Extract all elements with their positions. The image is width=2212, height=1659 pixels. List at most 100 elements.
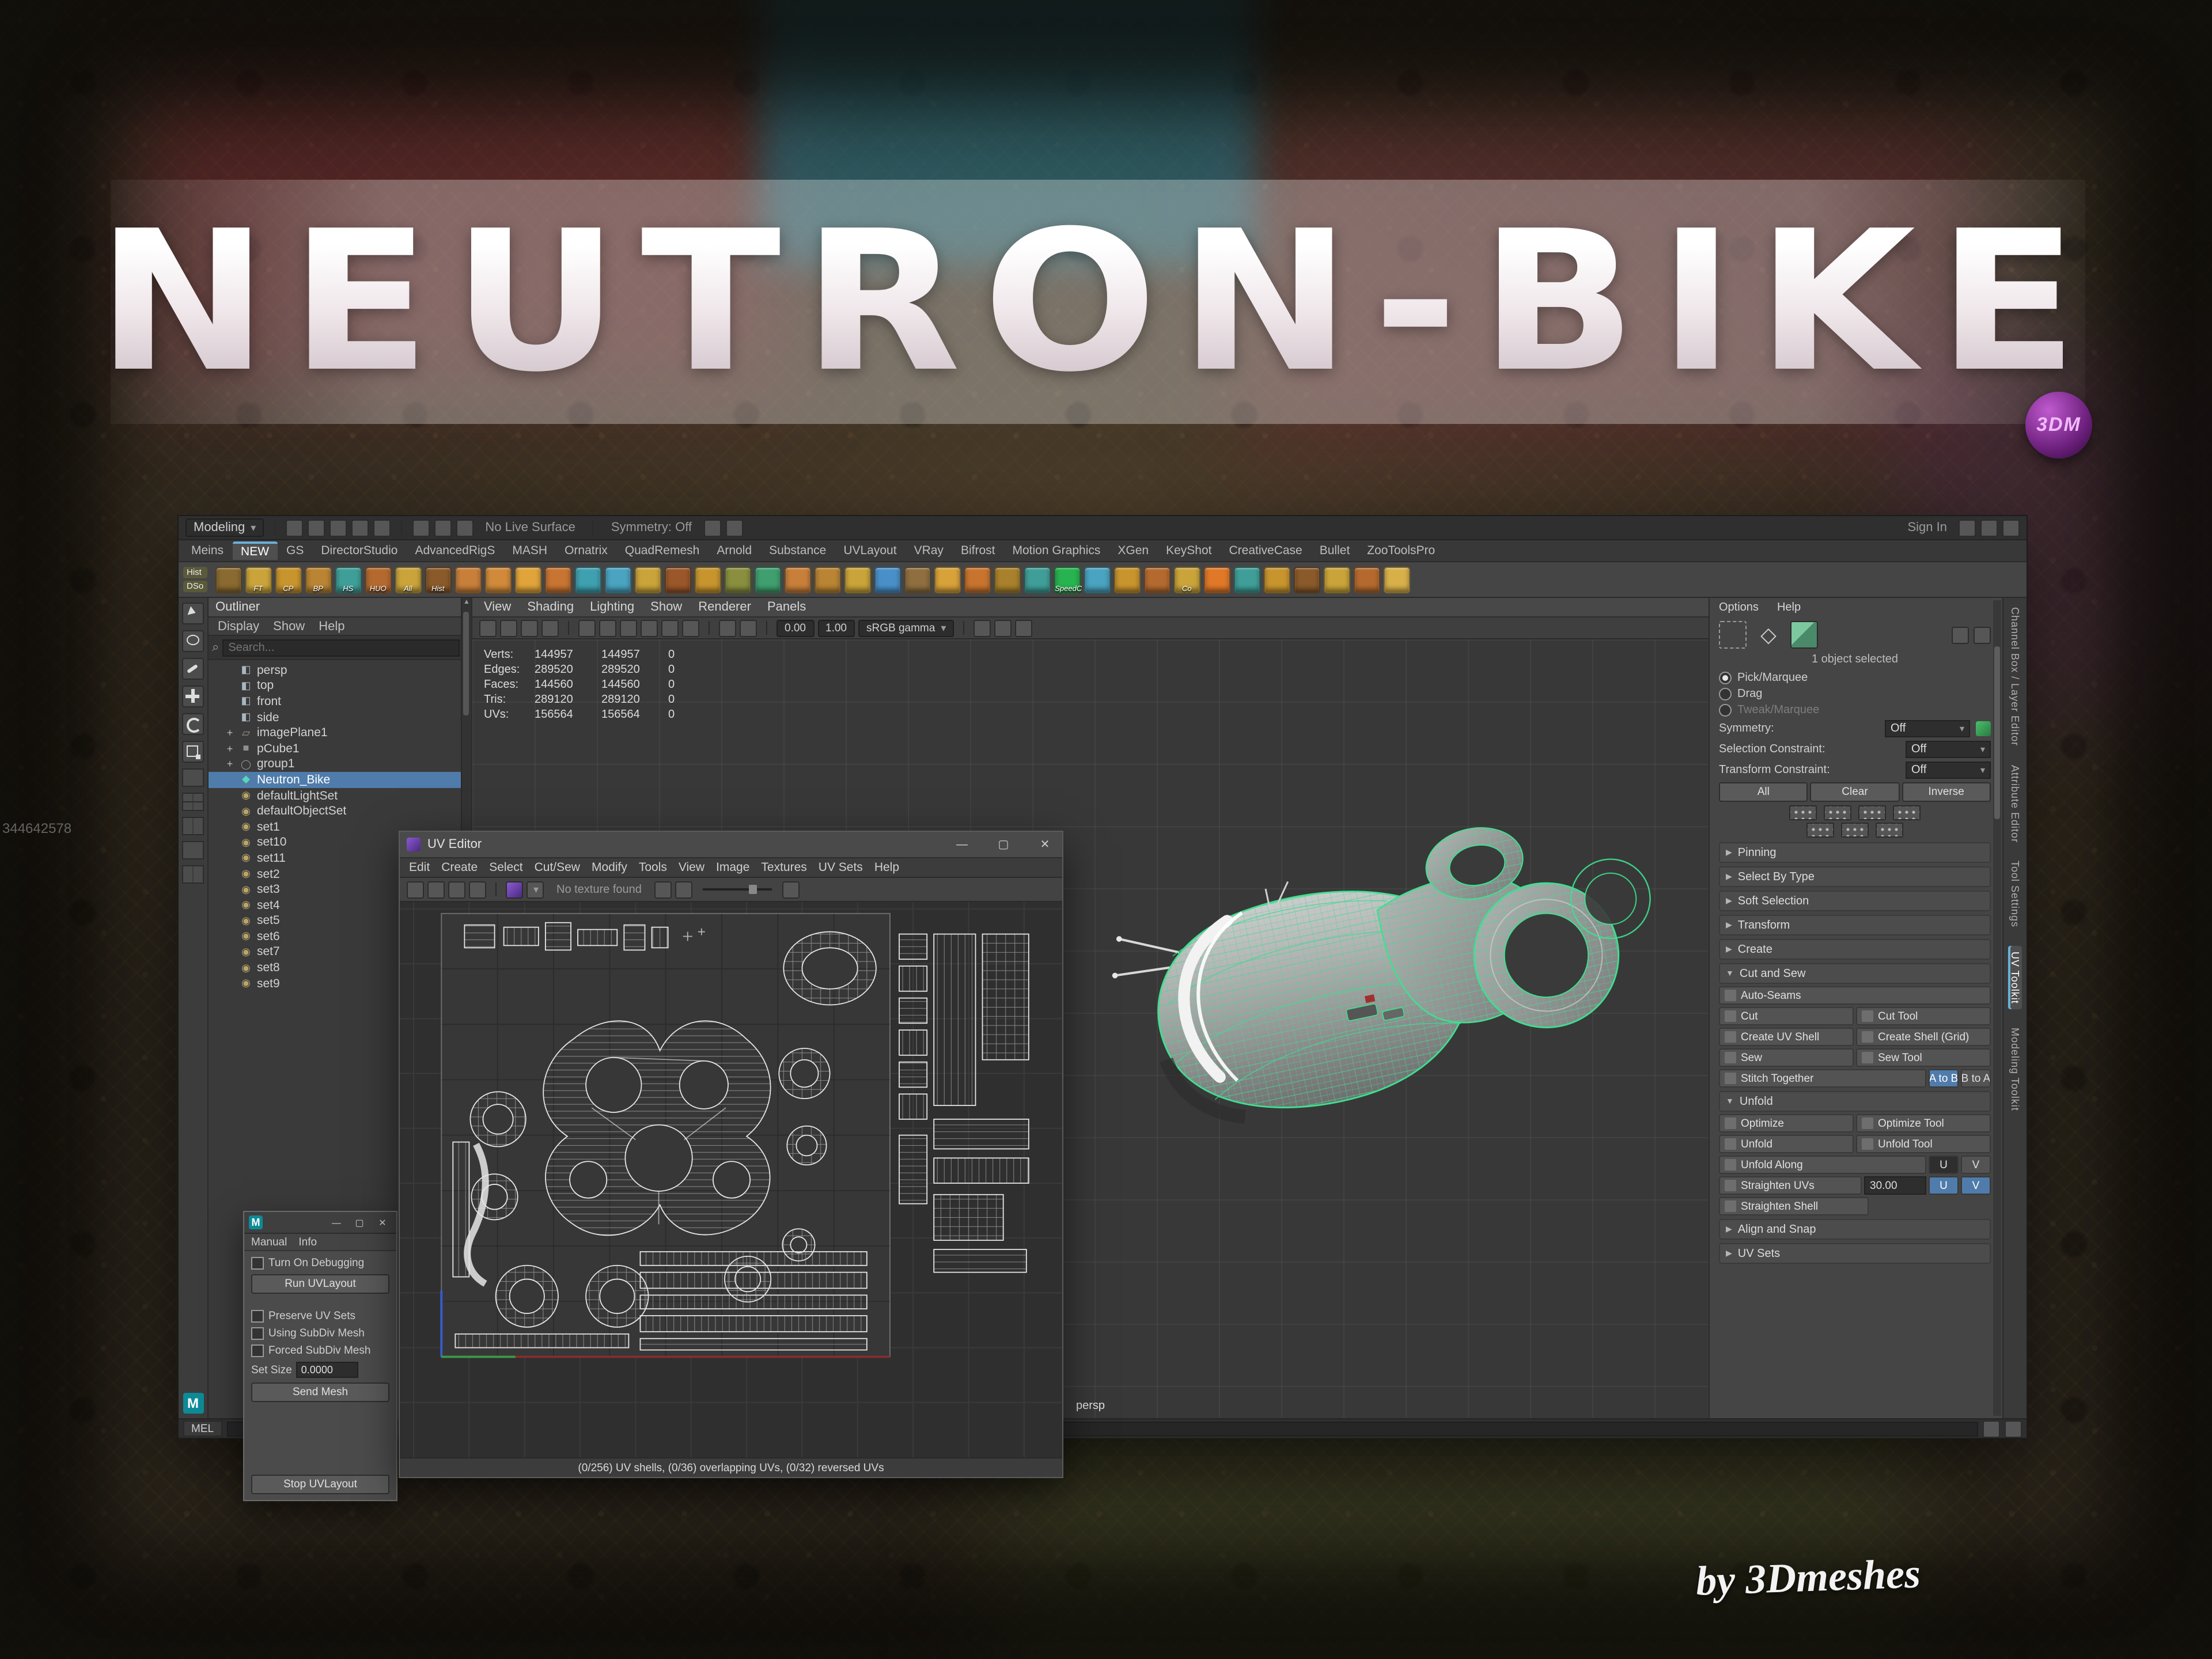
preserve-uvsets-row[interactable]: Preserve UV Sets <box>251 1310 389 1323</box>
hist-button[interactable]: Hist <box>183 567 207 578</box>
sidebar-vertical-tab[interactable]: Modeling Toolkit <box>2009 1028 2021 1112</box>
shelf-tab[interactable]: CreativeCase <box>1221 543 1310 559</box>
to-uv-border-icon[interactable] <box>1876 823 1903 838</box>
renderer-icon[interactable] <box>974 619 991 637</box>
dropdown-value[interactable]: Off <box>1906 761 1991 778</box>
outliner-item[interactable]: side <box>209 710 471 725</box>
straighten-angle-field[interactable]: 30.00 <box>1864 1176 1926 1195</box>
select-action-button[interactable]: All <box>1719 782 1808 802</box>
component-select-icon[interactable]: ◇ <box>1756 622 1781 647</box>
shelf-tab[interactable]: AdvancedRigS <box>407 543 503 559</box>
shelf-tool-icon[interactable] <box>1084 566 1111 593</box>
shelf-tool-icon[interactable] <box>1263 566 1290 593</box>
save-scene-icon[interactable] <box>329 519 347 536</box>
set-size-input[interactable] <box>296 1362 359 1378</box>
toolkit-action-button[interactable]: Sew <box>1719 1048 1854 1067</box>
shelf-tool-icon[interactable] <box>874 566 901 593</box>
toolkit-tool-button[interactable]: Unfold Tool <box>1856 1135 1991 1153</box>
shelf-tool-icon[interactable]: All <box>395 566 422 593</box>
expand-toggle[interactable]: + <box>225 727 235 738</box>
unfold-v-button[interactable]: V <box>1961 1156 1991 1174</box>
toolkit-action-button[interactable]: Create UV Shell <box>1719 1028 1854 1046</box>
shelf-tool-icon[interactable] <box>1143 566 1171 593</box>
layout-single-icon[interactable] <box>182 768 204 787</box>
panel-menu-item[interactable]: View <box>484 600 511 614</box>
outliner-menu-item[interactable]: Help <box>319 619 344 633</box>
symmetry-icon[interactable] <box>1976 721 1991 736</box>
shelf-tool-icon[interactable] <box>544 566 571 593</box>
checkbox-icon[interactable] <box>251 1344 264 1357</box>
sidebar-vertical-tab[interactable]: Attribute Editor <box>2009 764 2021 842</box>
checker-icon[interactable] <box>654 881 672 898</box>
sidebar-vertical-tab[interactable]: Channel Box / Layer Editor <box>2009 607 2021 746</box>
redo-icon[interactable] <box>373 519 391 536</box>
ipr-render-icon[interactable] <box>725 519 743 536</box>
menu-set-selector[interactable]: Modeling <box>185 518 264 537</box>
uv-menu-item[interactable]: Create <box>441 861 478 874</box>
expand-toggle[interactable]: + <box>225 743 235 755</box>
to-vertex-icon[interactable] <box>1893 805 1921 820</box>
rotate-tool-icon[interactable] <box>182 713 204 735</box>
bookmark-icon[interactable] <box>541 619 559 637</box>
radio-option[interactable]: Tweak/Marquee <box>1719 702 1991 718</box>
shelf-tool-icon[interactable] <box>754 566 781 593</box>
toolkit-tool-button[interactable]: Sew Tool <box>1856 1048 1991 1067</box>
section-header[interactable]: Create <box>1719 939 1991 960</box>
shelf-tool-icon[interactable] <box>514 566 541 593</box>
select-camera-icon[interactable] <box>479 619 497 637</box>
to-uv-icon[interactable] <box>1789 805 1817 820</box>
select-action-button[interactable]: Inverse <box>1902 782 1991 802</box>
shelf-tool-icon[interactable] <box>1024 566 1051 593</box>
radio-icon[interactable] <box>1719 703 1732 716</box>
texture-icon[interactable] <box>506 881 523 898</box>
uv-menu-item[interactable]: Cut/Sew <box>535 861 580 874</box>
debug-checkbox-row[interactable]: Turn On Debugging <box>251 1257 389 1270</box>
uv-tile-icon[interactable] <box>448 881 465 898</box>
neutron-bike-model[interactable] <box>1112 772 1659 1181</box>
shelf-tool-icon[interactable] <box>934 566 961 593</box>
shelf-tool-icon[interactable] <box>484 566 512 593</box>
stop-uvlayout-button[interactable]: Stop UVLayout <box>251 1475 389 1494</box>
toolkit-action-button[interactable]: Cut <box>1719 1007 1854 1025</box>
view-transform-select[interactable]: sRGB gamma <box>858 619 955 637</box>
shelf-tool-icon[interactable]: Co <box>1173 566 1200 593</box>
auto-seams-button[interactable]: Auto-Seams <box>1719 986 1991 1005</box>
outliner-item[interactable]: front <box>209 694 471 709</box>
shelf-tool-icon[interactable] <box>1113 566 1141 593</box>
object-select-icon[interactable] <box>1790 621 1818 649</box>
toolkit-tool-button[interactable]: Create Shell (Grid) <box>1856 1028 1991 1046</box>
toolkit-tool-button[interactable]: Cut Tool <box>1856 1007 1991 1025</box>
uv-menu-item[interactable]: Textures <box>761 861 806 874</box>
gamma-field[interactable]: 1.00 <box>817 619 855 637</box>
section-header-unfold[interactable]: Unfold <box>1719 1091 1991 1112</box>
lock-camera-icon[interactable] <box>500 619 517 637</box>
stitch-b-to-a-button[interactable]: B to A <box>1961 1069 1991 1088</box>
sidebar-vertical-tab[interactable]: UV Toolkit <box>2008 946 2022 1010</box>
outliner-toggle-icon[interactable] <box>2002 519 2020 536</box>
minimize-button[interactable]: — <box>945 832 979 857</box>
shelf-tab[interactable]: Bullet <box>1312 543 1358 559</box>
ao-icon[interactable] <box>994 619 1012 637</box>
help-line-icon[interactable] <box>2005 1420 2022 1437</box>
snap-curve-icon[interactable] <box>434 519 452 536</box>
uv-menu-item[interactable]: View <box>679 861 704 874</box>
render-icon[interactable] <box>703 519 721 536</box>
shelf-tab[interactable]: Ornatrix <box>556 543 616 559</box>
shelf-tab[interactable]: XGen <box>1109 543 1157 559</box>
xray-icon[interactable] <box>740 619 757 637</box>
shelf-tool-icon[interactable] <box>994 566 1021 593</box>
outliner-item[interactable]: + group1 <box>209 756 471 772</box>
shelf-tab[interactable]: Motion Graphics <box>1004 543 1108 559</box>
shelf-tool-icon[interactable] <box>1293 566 1320 593</box>
lighting-icon[interactable] <box>661 619 679 637</box>
uv-menu-item[interactable]: Select <box>489 861 522 874</box>
uvlayout-titlebar[interactable]: M — ▢ ✕ <box>244 1212 396 1234</box>
toolkit-action-button[interactable]: Optimize <box>1719 1114 1854 1132</box>
grid-snap-icon[interactable] <box>1952 626 1969 643</box>
shelf-tab[interactable]: KeyShot <box>1158 543 1219 559</box>
isolate-select-icon[interactable] <box>719 619 736 637</box>
send-mesh-button[interactable]: Send Mesh <box>251 1382 389 1402</box>
mel-toggle[interactable]: MEL <box>183 1421 222 1437</box>
section-header[interactable]: Pinning <box>1719 842 1991 863</box>
panel-menu-item[interactable]: Show <box>650 600 682 614</box>
